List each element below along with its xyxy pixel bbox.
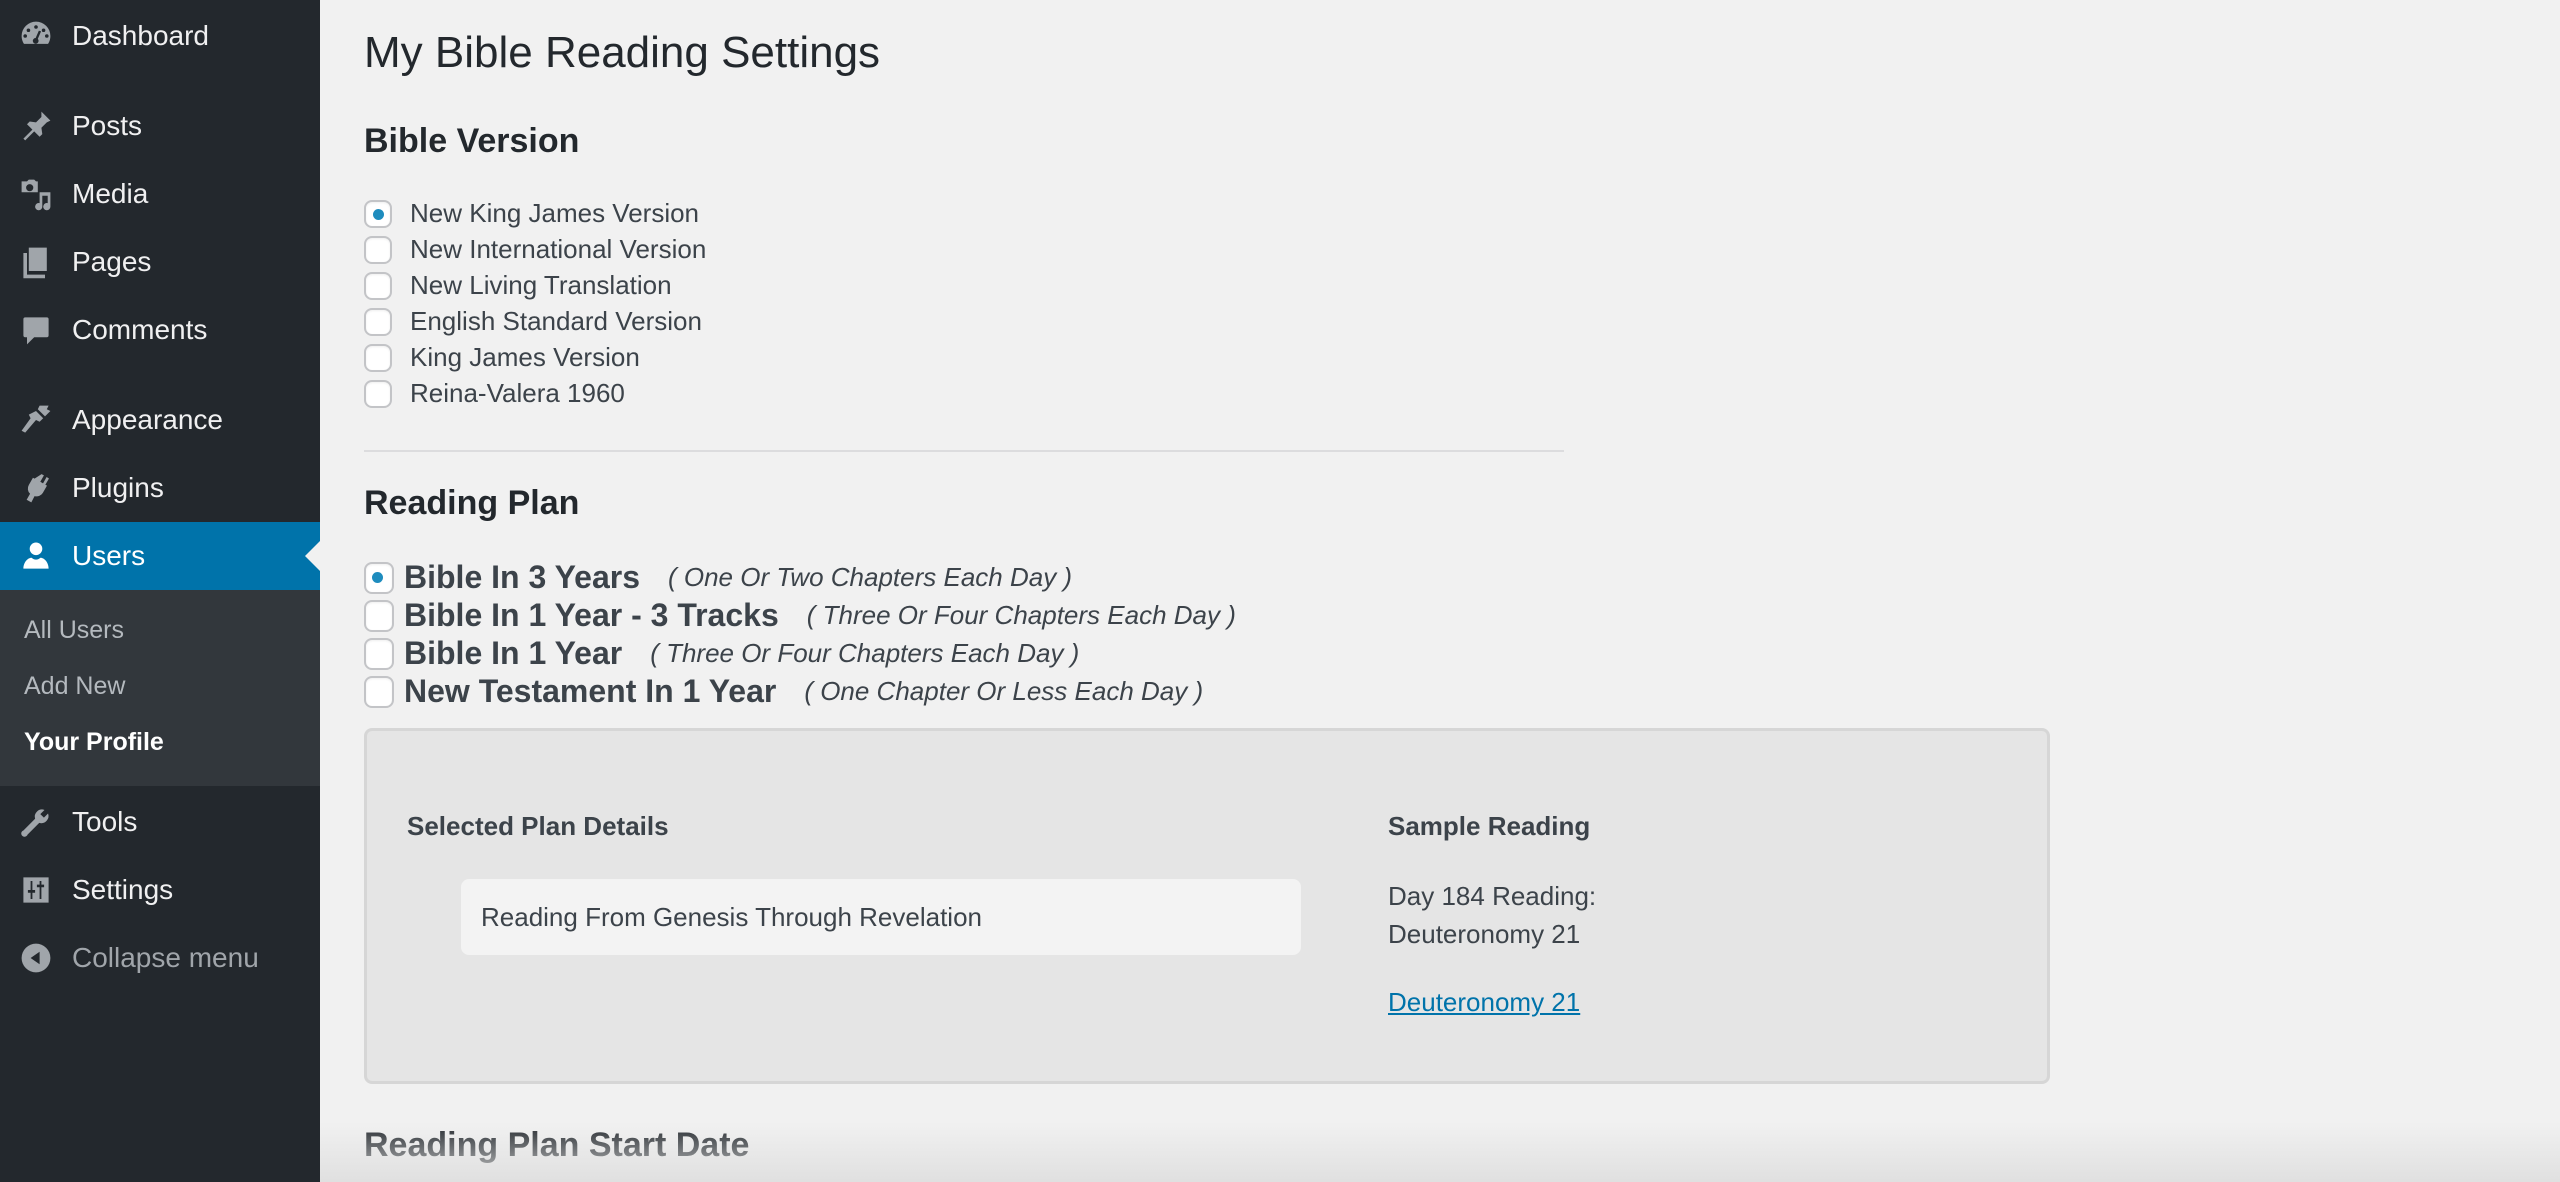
radio-unchecked[interactable] [364,637,394,670]
sidebar-item-comments[interactable]: Comments [0,296,320,364]
paintbrush-icon [16,400,56,440]
plan-description: ( One Or Two Chapters Each Day ) [667,562,1073,592]
user-icon [16,536,56,576]
option-label: New Living Translation [410,270,672,300]
option-label: English Standard Version [410,306,702,336]
bible-version-option[interactable]: New King James Version [364,198,699,229]
pushpin-icon [16,106,56,146]
sidebar-item-users[interactable]: Users [0,522,320,590]
sidebar-item-label: Posts [72,110,143,141]
sidebar-item-label: Users [72,540,146,571]
reading-plan-option[interactable]: Bible In 1 Year - 3 Tracks ( Three Or Fo… [364,597,1236,634]
radio-unchecked[interactable] [364,235,392,264]
bible-version-option[interactable]: New International Version [364,234,706,265]
radio-unchecked[interactable] [364,675,394,708]
sidebar-item-label: Media [72,178,149,209]
selected-plan-details-heading: Selected Plan Details [407,811,669,841]
current-menu-arrow [305,541,320,571]
plan-description: ( One Chapter Or Less Each Day ) [804,676,1204,706]
radio-unchecked[interactable] [364,599,394,632]
sidebar-item-label: Plugins [72,472,164,503]
sidebar-item-media[interactable]: Media [0,160,320,228]
bible-version-option[interactable]: King James Version [364,342,640,373]
settings-sliders-icon [16,870,56,910]
option-label: New King James Version [410,198,700,228]
plan-name: Bible In 1 Year - 3 Tracks [404,597,779,633]
reading-plan-option[interactable]: Bible In 3 Years ( One Or Two Chapters E… [364,559,1072,596]
option-label: New International Version [410,234,707,264]
reading-plan-heading: Reading Plan [364,484,580,522]
sidebar-item-label: Collapse menu [72,942,259,973]
radio-unchecked[interactable] [364,271,392,300]
plugin-icon [16,468,56,508]
comment-icon [16,310,56,350]
plan-description: ( Three Or Four Chapters Each Day ) [650,638,1080,668]
section-divider [364,450,1564,452]
dashboard-icon [16,16,56,56]
option-label: King James Version [410,342,640,372]
plan-name: New Testament In 1 Year [404,673,777,709]
sidebar-item-label: Settings [72,874,174,905]
wrench-icon [16,802,56,842]
bible-version-option[interactable]: English Standard Version [364,306,702,337]
radio-unchecked[interactable] [364,343,392,372]
bible-version-option[interactable]: New Living Translation [364,270,672,301]
option-label: Reina-Valera 1960 [410,378,625,408]
plan-description: ( Three Or Four Chapters Each Day ) [806,600,1236,630]
sidebar-item-appearance[interactable]: Appearance [0,386,320,454]
reading-plan-option[interactable]: New Testament In 1 Year ( One Chapter Or… [364,673,1203,710]
sidebar-item-plugins[interactable]: Plugins [0,454,320,522]
collapse-arrow-icon [16,938,56,978]
bible-version-heading: Bible Version [364,122,580,160]
reading-plan-option[interactable]: Bible In 1 Year ( Three Or Four Chapters… [364,635,1079,672]
radio-unchecked[interactable] [364,379,392,408]
sidebar-item-label: Comments [72,314,208,345]
plan-details-panel: Selected Plan Details Reading From Genes… [364,728,2050,1084]
sample-reading-passage: Deuteronomy 21 [1388,919,1581,949]
plan-name: Bible In 3 Years [404,559,640,595]
sidebar-item-pages[interactable]: Pages [0,228,320,296]
main-content: My Bible Reading Settings Bible Version … [364,0,2560,1182]
users-submenu: All Users Add New Your Profile [0,590,320,786]
sidebar-item-settings[interactable]: Settings [0,856,320,924]
admin-sidebar: Dashboard Posts Media Pages Comments App… [0,0,320,1182]
sidebar-item-label: Appearance [72,404,224,435]
bible-version-option[interactable]: Reina-Valera 1960 [364,378,625,409]
plan-name: Bible In 1 Year [404,635,623,671]
sidebar-item-posts[interactable]: Posts [0,92,320,160]
radio-unchecked[interactable] [364,307,392,336]
submenu-item-all-users[interactable]: All Users [24,616,124,645]
sample-reading-link[interactable]: Deuteronomy 21 [1388,987,1580,1018]
submenu-item-add-new[interactable]: Add New [24,672,125,701]
page-title: My Bible Reading Settings [364,28,881,77]
start-date-heading: Reading Plan Start Date [364,1126,750,1164]
pages-icon [16,242,56,282]
radio-checked[interactable] [364,561,394,594]
radio-checked[interactable] [364,199,392,228]
sidebar-item-label: Pages [72,246,152,277]
sidebar-item-dashboard[interactable]: Dashboard [0,2,320,70]
sidebar-item-label: Tools [72,806,138,837]
plan-details-text: Reading From Genesis Through Revelation [481,901,983,932]
submenu-item-your-profile[interactable]: Your Profile [24,728,164,757]
plan-details-box: Reading From Genesis Through Revelation [461,879,1301,955]
sidebar-item-label: Dashboard [72,20,209,51]
collapse-menu-button[interactable]: Collapse menu [0,924,320,992]
sample-reading-heading: Sample Reading [1388,811,1591,841]
media-icon [16,174,56,214]
sidebar-item-tools[interactable]: Tools [0,788,320,856]
sample-reading-day: Day 184 Reading: [1388,881,1597,911]
